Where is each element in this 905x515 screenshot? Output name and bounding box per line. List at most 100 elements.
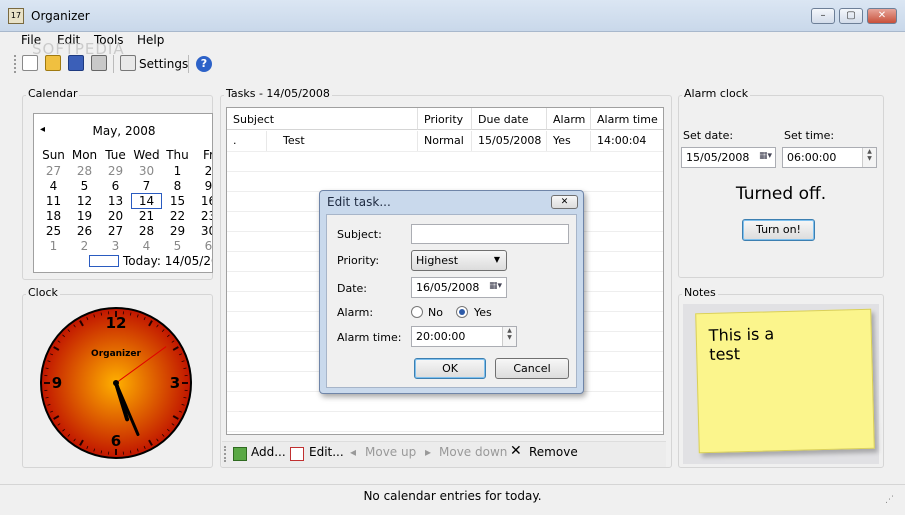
time-spinner[interactable]: ▲ ▼ xyxy=(502,327,516,346)
calendar-day[interactable]: 29 xyxy=(100,164,131,178)
title-bar[interactable] xyxy=(0,0,905,32)
time-spinner[interactable]: ▲ ▼ xyxy=(862,148,876,167)
alarm-no-label[interactable]: No xyxy=(428,306,443,319)
calendar-day[interactable]: 19 xyxy=(69,209,100,223)
menu-help[interactable]: Help xyxy=(137,33,164,47)
subject-input[interactable] xyxy=(411,224,569,244)
calendar-day[interactable]: 5 xyxy=(162,239,193,253)
calendar-day[interactable]: 1 xyxy=(162,164,193,178)
calendar-day[interactable]: 16 xyxy=(193,194,212,208)
calendar-day[interactable]: 2 xyxy=(69,239,100,253)
calendar-day[interactable]: 14 xyxy=(131,193,162,209)
print-icon[interactable] xyxy=(91,55,107,71)
calendar-day[interactable]: 15 xyxy=(162,194,193,208)
settings-icon[interactable] xyxy=(120,55,136,71)
calendar-day[interactable]: 3 xyxy=(100,239,131,253)
dialog-close-button[interactable]: ✕ xyxy=(551,195,578,209)
column-subject[interactable]: Subject xyxy=(227,108,418,130)
column-due-date[interactable]: Due date xyxy=(472,108,547,130)
help-icon[interactable]: ? xyxy=(196,56,212,72)
new-file-icon[interactable] xyxy=(22,55,38,71)
calendar-day[interactable]: 4 xyxy=(131,239,162,253)
calendar-day[interactable]: 9 xyxy=(193,179,212,193)
calendar-day[interactable]: 6 xyxy=(100,179,131,193)
calendar-day[interactable]: 5 xyxy=(69,179,100,193)
column-priority[interactable]: Priority xyxy=(418,108,472,130)
note-text[interactable]: This is a test xyxy=(709,324,775,364)
calendar-day[interactable]: 29 xyxy=(162,224,193,238)
add-icon[interactable] xyxy=(233,447,247,461)
cancel-button[interactable]: Cancel xyxy=(495,358,569,379)
calendar-day[interactable]: 12 xyxy=(69,194,100,208)
set-date-label: Set date: xyxy=(683,129,734,142)
table-row[interactable]: . Test Normal 15/05/2008 Yes 14:00:04 xyxy=(227,131,663,151)
ok-button[interactable]: OK xyxy=(414,358,486,379)
month-calendar[interactable]: ◂ May, 2008 Sun Mon Tue Wed Thu Fr 27 28 29 30 1 2… xyxy=(33,113,213,273)
calendar-dropdown-icon[interactable]: ▦▾ xyxy=(489,281,502,291)
calendar-day[interactable]: 27 xyxy=(38,164,69,178)
alarm-no-radio[interactable] xyxy=(411,306,423,318)
calendar-day[interactable]: 20 xyxy=(100,209,131,223)
calendar-day[interactable]: 30 xyxy=(193,224,212,238)
calendar-day[interactable]: 28 xyxy=(69,164,100,178)
edit-icon[interactable] xyxy=(290,447,304,461)
set-date-picker[interactable]: 15/05/2008 ▦▾ xyxy=(681,147,776,168)
calendar-day[interactable]: 26 xyxy=(69,224,100,238)
move-up-button[interactable]: Move up xyxy=(365,445,416,459)
remove-x-icon[interactable]: ✕ xyxy=(510,443,522,459)
alarm-time-input[interactable]: 20:00:00 ▲ ▼ xyxy=(411,326,517,347)
edit-button[interactable]: Edit... xyxy=(309,445,344,459)
priority-value: Highest xyxy=(416,254,459,267)
alarm-yes-label[interactable]: Yes xyxy=(474,306,492,319)
add-button[interactable]: Add... xyxy=(251,445,286,459)
notes-label: Notes xyxy=(682,286,718,299)
grid-line xyxy=(227,171,663,172)
calendar-day[interactable]: 23 xyxy=(193,209,212,223)
set-time-input[interactable]: 06:00:00 ▲ ▼ xyxy=(782,147,877,168)
calendar-day[interactable]: 7 xyxy=(131,179,162,193)
task-toolbar-grip[interactable] xyxy=(224,446,227,462)
resize-grip-icon[interactable]: ⋰ xyxy=(885,495,894,505)
calendar-day[interactable]: 18 xyxy=(38,209,69,223)
sticky-note[interactable]: This is a test xyxy=(695,308,875,454)
calendar-day[interactable]: 1 xyxy=(38,239,69,253)
calendar-day[interactable]: 8 xyxy=(162,179,193,193)
calendar-day[interactable]: 27 xyxy=(100,224,131,238)
calendar-day[interactable]: 13 xyxy=(100,194,131,208)
priority-select[interactable]: Highest ▼ xyxy=(411,250,507,271)
calendar-dropdown-icon[interactable]: ▦▾ xyxy=(759,151,772,161)
remove-button[interactable]: Remove xyxy=(529,445,578,459)
minimize-button[interactable]: – xyxy=(811,8,835,24)
date-label: Date: xyxy=(337,282,367,295)
maximize-button[interactable]: ▢ xyxy=(839,8,863,24)
weekday-4: Thu xyxy=(166,148,189,162)
calendar-day[interactable]: 4 xyxy=(38,179,69,193)
weekday-1: Mon xyxy=(71,148,98,162)
column-alarm-time[interactable]: Alarm time xyxy=(591,108,663,130)
column-alarm[interactable]: Alarm xyxy=(547,108,591,130)
subject-label: Subject: xyxy=(337,228,382,241)
date-picker[interactable]: 16/05/2008 ▦▾ xyxy=(411,277,507,298)
app-calendar-icon: 17 xyxy=(8,8,24,24)
move-down-button[interactable]: Move down xyxy=(439,445,507,459)
turn-on-button[interactable]: Turn on! xyxy=(742,219,815,241)
calendar-day[interactable]: 21 xyxy=(131,209,162,223)
calendar-day[interactable]: 6 xyxy=(193,239,212,253)
alarm-yes-radio[interactable] xyxy=(456,306,468,318)
status-text: No calendar entries for today. xyxy=(363,489,542,503)
toolbar-grip[interactable] xyxy=(14,55,17,73)
today-label[interactable]: Today: 14/05/200 xyxy=(123,254,212,268)
calendar-day[interactable]: 22 xyxy=(162,209,193,223)
calendar-day[interactable]: 28 xyxy=(131,224,162,238)
calendar-day[interactable]: 25 xyxy=(38,224,69,238)
settings-button[interactable]: Settings xyxy=(139,57,188,71)
save-icon[interactable] xyxy=(68,55,84,71)
move-down-arrow-icon[interactable]: ▸ xyxy=(425,445,431,459)
open-folder-icon[interactable] xyxy=(45,55,61,71)
today-marker xyxy=(89,255,119,267)
calendar-day[interactable]: 30 xyxy=(131,164,162,178)
close-button[interactable]: ✕ xyxy=(867,8,897,24)
calendar-day[interactable]: 11 xyxy=(38,194,69,208)
calendar-day[interactable]: 2 xyxy=(193,164,212,178)
move-up-arrow-icon[interactable]: ◂ xyxy=(350,445,356,459)
